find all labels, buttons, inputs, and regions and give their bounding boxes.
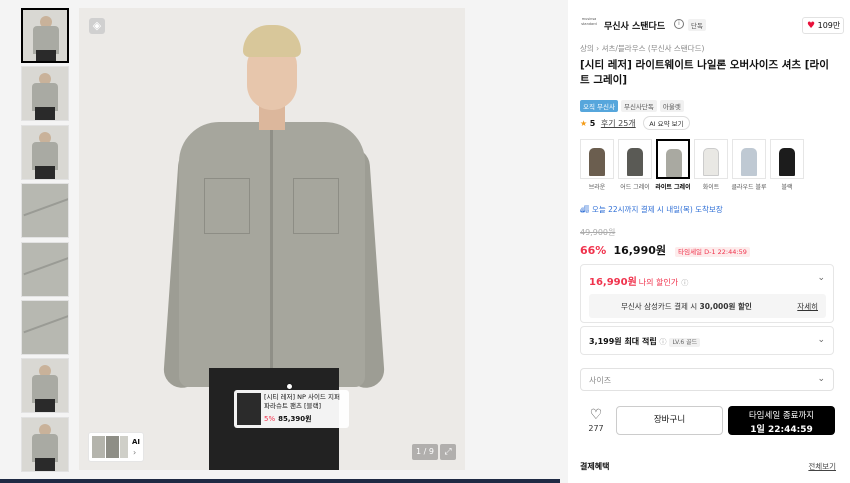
thumbnail-5[interactable] — [21, 241, 69, 297]
breadcrumb[interactable]: 상의 › 셔츠/블라우스 (무신사 스탠다드) — [580, 43, 704, 54]
my-price-row: 16,990원 나의 할인가 ⓘ — [589, 273, 688, 288]
brand-name[interactable]: 무신사 스탠다드 — [604, 19, 665, 32]
ai-style-chip[interactable]: AI › — [88, 432, 144, 462]
info-icon[interactable]: ⓘ — [681, 279, 688, 287]
wishlist-button[interactable]: ♡ 277 — [584, 407, 608, 433]
badge-only-musinsa: 오직 무신사 — [580, 100, 618, 112]
rating-score: 5 — [589, 119, 596, 128]
tag-icon[interactable]: ◈ — [89, 18, 105, 34]
buy-button[interactable]: 타임세일 종료까지 1일 22:44:59 — [728, 406, 835, 435]
bottom-divider — [0, 479, 560, 483]
color-option[interactable]: 블랙 — [770, 139, 804, 191]
color-option[interactable]: 클라우드 블루 — [731, 139, 767, 191]
points-box[interactable]: 3,199원 최대 적립 ⓘ LV.6 골드 ⌄ — [580, 326, 834, 355]
ai-summary-button[interactable]: AI 요약 보기 — [643, 116, 690, 130]
brand-like-button[interactable]: ♥ 109만 — [802, 17, 844, 34]
tagged-product-thumbnail — [237, 393, 261, 425]
my-price-label: 나의 할인가 — [638, 278, 679, 287]
color-option-selected[interactable]: 라이트 그레이 — [655, 139, 691, 191]
brand-row: musinsa standard 무신사 스탠다드 i 단독 ♥ 109만 — [580, 15, 844, 37]
thumbnail-7[interactable] — [21, 358, 69, 414]
chevron-right-icon: › — [133, 448, 137, 457]
thumbnail-1[interactable] — [21, 8, 69, 63]
heart-outline-icon: ♡ — [589, 407, 603, 423]
card-discount-box: 무신사 삼성카드 결제 시 30,000원 할인 자세히 — [589, 294, 826, 318]
price-row: 66% 16,990원 타임세일 D-1 22:44:59 — [580, 239, 750, 257]
size-placeholder: 사이즈 — [589, 376, 612, 385]
thumbnail-3[interactable] — [21, 124, 69, 180]
star-icon: ★ — [580, 119, 588, 128]
size-select[interactable]: 사이즈 ⌄ — [580, 368, 834, 391]
original-price: 49,900원 — [580, 228, 616, 237]
badge-row: 오직 무신사 무신사단독 아울렛 — [580, 94, 687, 112]
product-tag-dot[interactable] — [287, 384, 292, 389]
view-all-benefits-link[interactable]: 전체보기 — [808, 461, 836, 472]
my-price: 16,990원 — [589, 277, 637, 288]
image-counter: 1 / 9 — [412, 444, 438, 460]
card-discount-text: 무신사 삼성카드 결제 시 30,000원 할인 — [621, 302, 752, 311]
color-options: 브라운 어드 그레이 라이트 그레이 화이트 클라우드 블루 블랙 — [580, 139, 842, 195]
product-title: [시티 레저] 라이트웨이트 나일론 오버사이즈 셔츠 [라이트 그레이] — [580, 59, 829, 86]
product-tag-popup[interactable]: [시티 레저] NP 사이드 지퍼 파라슈트 팬츠 [블랙] 5% 85,390원 — [234, 390, 349, 428]
payment-benefits-title: 결제혜택 — [580, 462, 610, 471]
member-level-badge: LV.6 골드 — [669, 338, 701, 347]
chevron-down-icon[interactable]: ⌄ — [817, 273, 825, 283]
delivery-guarantee: 🚚︎ 오늘 22시까지 결제 시 내일(목) 도착보장 — [580, 205, 723, 214]
thumbnail-2[interactable] — [21, 66, 69, 122]
color-option[interactable]: 브라운 — [580, 139, 614, 191]
info-icon[interactable]: ⓘ — [659, 338, 666, 346]
heart-icon: ♥ — [807, 21, 816, 31]
truck-icon: 🚚︎ — [580, 205, 590, 214]
tagged-product-name: [시티 레저] NP 사이드 지퍼 파라슈트 팬츠 [블랙] — [264, 393, 340, 410]
info-icon[interactable]: i — [674, 19, 684, 29]
card-detail-link[interactable]: 자세히 — [797, 301, 818, 312]
wishlist-count: 277 — [588, 424, 604, 433]
points-text: 3,199원 최대 적립 ⓘ LV.6 골드 — [589, 336, 701, 347]
my-price-box[interactable]: 16,990원 나의 할인가 ⓘ ⌄ 무신사 삼성카드 결제 시 30,000원 … — [580, 264, 834, 323]
discount-rate: 66% — [580, 244, 607, 257]
color-option[interactable]: 화이트 — [694, 139, 728, 191]
thumbnail-list — [21, 8, 69, 475]
timesale-countdown: 1일 22:44:59 — [750, 425, 813, 435]
brand-like-count: 109만 — [817, 21, 841, 30]
thumbnail-6[interactable] — [21, 299, 69, 355]
thumbnail-4[interactable] — [21, 183, 69, 239]
ai-chip-label: AI — [132, 438, 141, 446]
chevron-down-icon: ⌄ — [817, 374, 825, 384]
product-info-panel: musinsa standard 무신사 스탠다드 i 단독 ♥ 109만 상의… — [570, 0, 850, 483]
rating-row: ★ 5 후기 25개 AI 요약 보기 — [580, 116, 690, 130]
review-link[interactable]: 후기 25개 — [601, 119, 636, 128]
brand-logo[interactable]: musinsa standard — [580, 17, 598, 31]
add-to-cart-button[interactable]: 장바구니 — [616, 406, 723, 435]
buy-button-label: 타임세일 종료까지 — [748, 411, 815, 421]
expand-icon[interactable]: ⤢ — [440, 444, 456, 460]
color-option[interactable]: 어드 그레이 — [618, 139, 652, 191]
exclusive-badge: 단독 — [688, 19, 706, 31]
timesale-badge: 타임세일 D-1 22:44:59 — [675, 247, 750, 257]
thumbnail-8[interactable] — [21, 416, 69, 472]
sale-price: 16,990원 — [613, 244, 667, 257]
badge-outlet: 아울렛 — [659, 100, 684, 112]
tagged-product-price: 5% 85,390원 — [264, 415, 312, 423]
chevron-down-icon[interactable]: ⌄ — [817, 335, 825, 345]
badge-exclusive: 무신사단독 — [620, 100, 657, 112]
